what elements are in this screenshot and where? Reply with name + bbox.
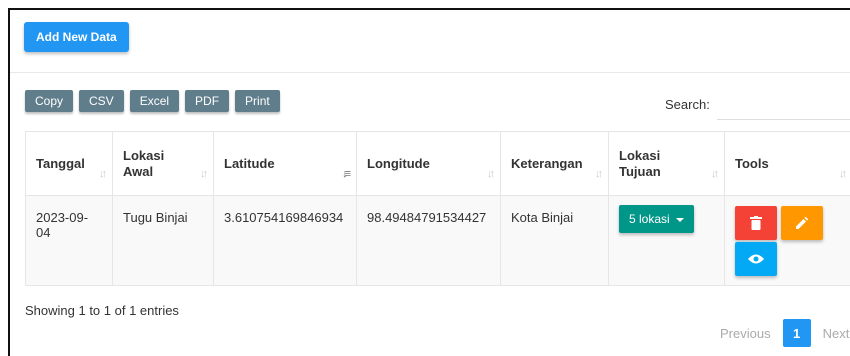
cell-latitude: 3.610754169846934 <box>213 195 357 286</box>
cell-longitude: 98.49484791534427 <box>356 195 501 286</box>
pagination: Previous 1 Next <box>710 319 850 347</box>
column-header-tanggal[interactable]: Tanggal ↓↑ <box>25 131 113 196</box>
column-header-latitude[interactable]: Latitude ↓≡ <box>213 131 357 196</box>
trash-icon <box>750 216 762 230</box>
view-button[interactable] <box>735 242 777 276</box>
page-1-button[interactable]: 1 <box>782 319 811 347</box>
dropdown-label: 5 lokasi <box>629 212 670 226</box>
cell-lokasi-awal: Tugu Binjai <box>112 195 214 286</box>
lokasi-tujuan-dropdown-button[interactable]: 5 lokasi <box>619 205 694 233</box>
cell-keterangan: Kota Binjai <box>500 195 609 286</box>
column-header-lokasi-awal[interactable]: Lokasi Awal ↓↑ <box>112 131 214 196</box>
export-buttons: Copy CSV Excel PDF Print <box>25 90 280 112</box>
search-label: Search: <box>665 97 710 112</box>
table-row: 2023-09-04 Tugu Binjai 3.610754169846934… <box>25 195 850 286</box>
excel-button[interactable]: Excel <box>129 90 180 112</box>
header-label: Tanggal <box>36 155 85 171</box>
cell-tools <box>724 195 850 286</box>
csv-button[interactable]: CSV <box>79 90 124 112</box>
column-header-keterangan[interactable]: Keterangan ↓↑ <box>500 131 609 196</box>
header-label: Lokasi Tujuan <box>619 147 661 179</box>
column-header-tools[interactable]: Tools ↓↑ <box>724 131 850 196</box>
table-header-row: Tanggal ↓↑ Lokasi Awal ↓↑ Latitude ↓≡ Lo… <box>25 131 850 196</box>
sort-icon: ↓↑ <box>711 168 719 180</box>
content-card: Add New Data Copy CSV Excel PDF Print Se… <box>8 8 850 356</box>
data-table: Tanggal ↓↑ Lokasi Awal ↓↑ Latitude ↓≡ Lo… <box>25 131 850 286</box>
sort-icon: ↓↑ <box>200 168 208 180</box>
delete-button[interactable] <box>735 206 777 240</box>
table-info: Showing 1 to 1 of 1 entries <box>25 303 179 318</box>
add-new-data-button[interactable]: Add New Data <box>24 22 129 52</box>
cell-tanggal: 2023-09-04 <box>25 195 113 286</box>
previous-page-button[interactable]: Previous <box>710 326 781 341</box>
sort-icon: ↓↑ <box>595 168 603 180</box>
next-page-button[interactable]: Next <box>813 326 850 341</box>
header-label: Longitude <box>367 155 430 171</box>
column-header-lokasi-tujuan[interactable]: Lokasi Tujuan ↓↑ <box>608 131 725 196</box>
edit-button[interactable] <box>781 206 823 240</box>
cell-lokasi-tujuan: 5 lokasi <box>608 195 725 286</box>
divider <box>10 72 850 73</box>
eye-icon <box>748 254 764 264</box>
sort-icon: ↓↑ <box>99 168 107 180</box>
pencil-icon <box>796 216 809 229</box>
copy-button[interactable]: Copy <box>25 90 74 112</box>
sort-icon: ↓↑ <box>487 168 495 180</box>
print-button[interactable]: Print <box>235 90 280 112</box>
caret-down-icon <box>675 217 684 222</box>
header-label: Lokasi Awal <box>123 147 165 179</box>
sort-icon: ↓↑ <box>839 168 847 180</box>
header-label: Keterangan <box>511 155 583 171</box>
pdf-button[interactable]: PDF <box>185 90 230 112</box>
header-label: Tools <box>735 155 769 171</box>
column-header-longitude[interactable]: Longitude ↓↑ <box>356 131 501 196</box>
search-input[interactable] <box>717 90 850 120</box>
sort-desc-icon: ↓≡ <box>342 168 351 180</box>
header-label: Latitude <box>224 155 275 171</box>
